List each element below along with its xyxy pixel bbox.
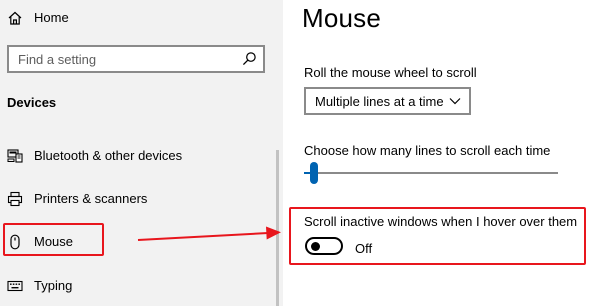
sidebar-item-label: Printers & scanners bbox=[34, 191, 148, 206]
sidebar-item-label: Typing bbox=[34, 278, 73, 293]
search-input[interactable] bbox=[9, 47, 238, 71]
home-icon bbox=[8, 11, 22, 25]
inactive-scroll-toggle[interactable] bbox=[305, 237, 343, 255]
scroll-lines-slider[interactable] bbox=[304, 162, 558, 186]
search-icon[interactable] bbox=[242, 51, 257, 66]
section-title-devices: Devices bbox=[7, 95, 57, 110]
inactive-scroll-label: Scroll inactive windows when I hover ove… bbox=[304, 214, 578, 229]
scroll-mode-value: Multiple lines at a time bbox=[315, 94, 444, 109]
slider-thumb[interactable] bbox=[310, 162, 318, 184]
search-box[interactable] bbox=[7, 45, 265, 73]
sidebar-item-label: Bluetooth & other devices bbox=[34, 148, 183, 163]
page-title: Mouse bbox=[302, 3, 382, 33]
scroll-wheel-label: Roll the mouse wheel to scroll bbox=[304, 65, 477, 80]
sidebar-item-printers[interactable]: Printers & scanners bbox=[0, 183, 276, 215]
nav-home-label: Home bbox=[34, 10, 69, 25]
toggle-knob bbox=[311, 242, 320, 251]
chevron-down-icon bbox=[449, 98, 461, 105]
slider-track bbox=[304, 172, 558, 174]
bluetooth-devices-icon bbox=[7, 149, 23, 163]
printer-icon bbox=[7, 191, 23, 207]
keyboard-icon bbox=[7, 280, 23, 292]
scroll-mode-dropdown[interactable]: Multiple lines at a time bbox=[304, 87, 471, 115]
settings-sidebar: Home Devices Bluetooth & other devices P… bbox=[0, 0, 283, 306]
sidebar-item-bluetooth[interactable]: Bluetooth & other devices bbox=[0, 140, 276, 172]
sidebar-item-typing[interactable]: Typing bbox=[0, 270, 276, 302]
toggle-state-label: Off bbox=[355, 241, 373, 256]
sidebar-scrollbar[interactable] bbox=[276, 150, 279, 306]
annotation-highlight-mouse bbox=[3, 223, 104, 256]
nav-home[interactable]: Home bbox=[0, 2, 283, 34]
scroll-lines-label: Choose how many lines to scroll each tim… bbox=[304, 143, 551, 158]
